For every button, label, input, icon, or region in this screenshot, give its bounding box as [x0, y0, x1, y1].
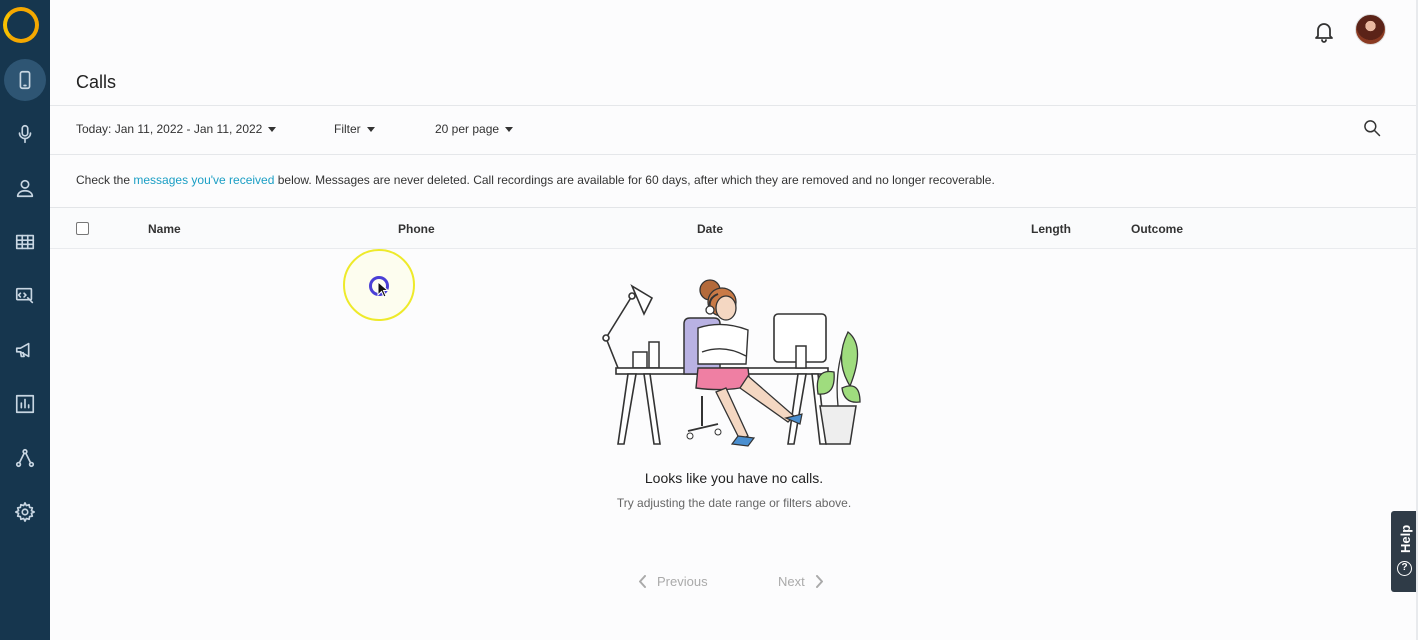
microphone-icon	[18, 124, 32, 144]
divider	[50, 154, 1418, 155]
gear-icon	[15, 502, 35, 522]
integrations-icon	[15, 448, 35, 468]
column-header-phone[interactable]: Phone	[398, 222, 435, 236]
caret-down-icon	[505, 126, 514, 132]
filter-dropdown[interactable]: Filter	[334, 122, 375, 136]
empty-state-illustration	[602, 279, 861, 447]
chevron-left-icon	[639, 575, 646, 588]
user-icon	[16, 179, 34, 198]
help-tab[interactable]: Help ?	[1391, 511, 1418, 592]
logo[interactable]	[3, 7, 39, 43]
caret-down-icon	[268, 126, 277, 132]
search-icon	[1364, 120, 1381, 137]
column-header-outcome[interactable]: Outcome	[1131, 222, 1183, 236]
avatar[interactable]	[1355, 14, 1386, 45]
sidebar-item-reports[interactable]	[0, 384, 50, 424]
column-header-date[interactable]: Date	[697, 222, 723, 236]
empty-state-title: Looks like you have no calls.	[644, 470, 824, 486]
select-all-checkbox[interactable]	[76, 222, 89, 235]
bell-icon	[1315, 23, 1333, 43]
sidebar-item-calls[interactable]	[0, 59, 50, 101]
column-header-length[interactable]: Length	[1031, 222, 1071, 236]
sidebar-item-tables[interactable]	[0, 222, 50, 262]
date-range-label: Today: Jan 11, 2022 - Jan 11, 2022	[76, 122, 263, 136]
previous-label: Previous	[657, 574, 708, 589]
phone-icon	[19, 70, 31, 90]
per-page-label: 20 per page	[435, 122, 500, 136]
megaphone-icon	[15, 342, 30, 358]
notifications-button[interactable]	[1312, 19, 1336, 43]
info-suffix: below. Messages are never deleted. Call …	[274, 173, 995, 187]
question-icon: ?	[1397, 561, 1412, 576]
sidebar-item-campaigns[interactable]	[0, 330, 50, 370]
table-icon	[15, 234, 35, 250]
widget-icon	[15, 287, 34, 304]
help-label: Help	[1398, 524, 1413, 553]
info-prefix: Check the	[76, 173, 134, 187]
next-button[interactable]: Next	[778, 574, 824, 589]
mouse-pointer-icon	[377, 281, 390, 298]
next-label: Next	[778, 574, 805, 589]
table-header: Name Phone Date Length Outcome	[50, 207, 1418, 249]
top-bar	[50, 0, 1418, 60]
column-header-name[interactable]: Name	[148, 222, 181, 236]
previous-button[interactable]: Previous	[638, 574, 708, 589]
bar-chart-icon	[15, 394, 35, 414]
sidebar-item-recordings[interactable]	[0, 114, 50, 154]
date-range-dropdown[interactable]: Today: Jan 11, 2022 - Jan 11, 2022	[76, 122, 277, 136]
sidebar-item-integrations[interactable]	[0, 438, 50, 478]
filter-label: Filter	[334, 122, 361, 136]
sidebar	[0, 0, 50, 640]
per-page-dropdown[interactable]: 20 per page	[435, 122, 514, 136]
caret-down-icon	[366, 126, 375, 132]
info-text: Check the messages you've received below…	[76, 173, 995, 187]
app: Calls Today: Jan 11, 2022 - Jan 11, 2022…	[0, 0, 1418, 640]
page-title: Calls	[76, 72, 117, 92]
search-button[interactable]	[1362, 118, 1382, 138]
messages-link[interactable]: messages you've received	[133, 173, 274, 187]
sidebar-item-settings[interactable]	[0, 492, 50, 532]
sidebar-item-contacts[interactable]	[0, 168, 50, 208]
chevron-right-icon	[815, 575, 823, 588]
divider	[50, 105, 1418, 106]
empty-state-subtitle: Try adjusting the date range or filters …	[616, 496, 852, 510]
sidebar-item-widgets[interactable]	[0, 276, 50, 316]
